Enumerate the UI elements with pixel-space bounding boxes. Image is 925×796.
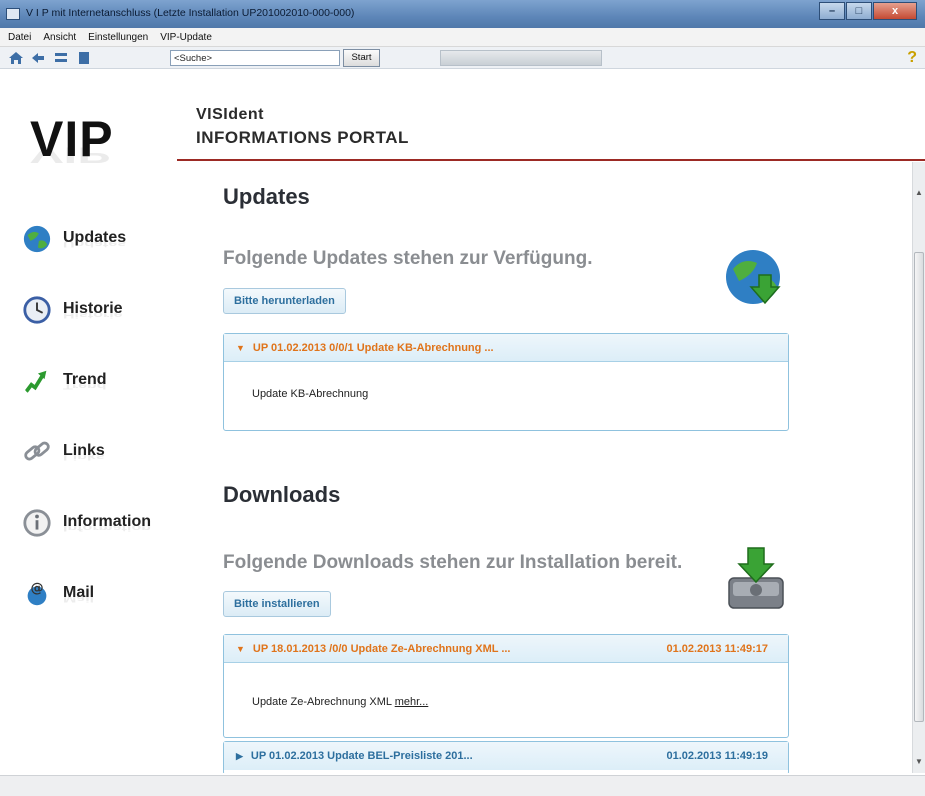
download-item-title: UP 18.01.2013 /0/0 Update Ze-Abrechnung … — [252, 643, 511, 655]
status-bar — [0, 775, 925, 796]
menu-einstellungen[interactable]: Einstellungen — [88, 32, 148, 43]
install-button[interactable]: Bitte installieren — [223, 591, 331, 617]
download-item-date: 01.02.2013 11:49:19 — [666, 750, 768, 762]
chain-link-icon — [24, 441, 50, 461]
download-button[interactable]: Bitte herunterladen — [223, 288, 346, 314]
menu-ansicht[interactable]: Ansicht — [43, 32, 76, 43]
sidebar-item-historie[interactable]: Historie Historie — [22, 293, 172, 337]
sidebar-item-links[interactable]: Links Links — [22, 435, 172, 479]
title-bar: V I P mit Internetanschluss (Letzte Inst… — [0, 0, 925, 28]
menu-vip-update[interactable]: VIP-Update — [160, 32, 212, 43]
vip-logo-reflection: VIP — [30, 142, 111, 168]
globe-icon — [23, 225, 51, 253]
sidebar-item-trend[interactable]: Trend Trend — [22, 364, 172, 408]
sidebar-item-reflection: Mail — [63, 593, 95, 604]
sidebar-item-reflection: Updates — [63, 238, 127, 249]
header-brand: VISIdent — [196, 106, 265, 123]
sidebar-item-reflection: Links — [63, 451, 105, 462]
vertical-scrollbar[interactable]: ▲ ▼ — [912, 162, 925, 773]
search-input[interactable] — [170, 50, 340, 66]
sidebar-item-reflection: Trend — [63, 380, 107, 391]
download-item-panel-collapsed: ▶ UP 01.02.2013 Update BEL-Preisliste 201… — [223, 741, 789, 773]
help-icon[interactable]: ? — [907, 49, 917, 67]
sidebar-item-information[interactable]: Information Information — [22, 506, 172, 550]
progress-bar — [440, 50, 602, 66]
menu-bar: Datei Ansicht Einstellungen VIP-Update — [0, 28, 925, 47]
download-item-header[interactable]: ▶ UP 01.02.2013 Update BEL-Preisliste 201… — [224, 742, 788, 770]
updates-heading: Updates — [223, 184, 310, 209]
scrollbar-thumb[interactable] — [914, 252, 924, 722]
update-item-title: UP 01.02.2013 0/0/1 Update KB-Abrechnung… — [252, 342, 494, 354]
toolbar: Start ? — [0, 47, 925, 69]
sidebar-item-reflection: Information — [63, 522, 151, 533]
trend-arrow-icon — [24, 370, 47, 394]
download-item-body: Update Ze-Abrechnung XML mehr... — [224, 663, 788, 708]
download-item-desc: Update Ze-Abrechnung XML — [252, 696, 392, 708]
main-content: Updates Folgende Updates stehen zur Verf… — [177, 162, 912, 773]
globe-download-icon — [726, 250, 781, 305]
sidebar-item-mail[interactable]: @ Mail Mail — [22, 577, 172, 621]
svg-text:@: @ — [30, 581, 43, 596]
home-icon[interactable] — [8, 50, 24, 70]
maximize-button[interactable]: □ — [846, 2, 872, 20]
updates-subtitle: Folgende Updates stehen zur Verfügung. — [223, 248, 593, 269]
minimize-button[interactable]: – — [819, 2, 845, 20]
expand-arrow-icon: ▼ — [236, 343, 245, 353]
sidebar: VIP VIP Updates Updates Historie Histori… — [0, 70, 175, 775]
collapse-arrow-icon: ▶ — [236, 751, 243, 761]
mail-icon: @ — [27, 581, 47, 606]
download-item-title: UP 01.02.2013 Update BEL-Preisliste 201.… — [250, 750, 473, 762]
harddisk-download-icon — [728, 547, 784, 609]
list-icon[interactable] — [53, 50, 69, 70]
update-item-body: Update KB-Abrechnung — [252, 388, 369, 400]
back-arrow-icon[interactable] — [30, 50, 46, 70]
header-divider — [177, 159, 925, 161]
sidebar-item-reflection: Historie — [63, 309, 123, 320]
window-controls: – □ x — [818, 2, 917, 20]
window-title: V I P mit Internetanschluss (Letzte Inst… — [26, 7, 355, 19]
sidebar-item-updates[interactable]: Updates Updates — [22, 222, 172, 266]
downloads-heading: Downloads — [223, 482, 341, 507]
download-item-date: 01.02.2013 11:49:17 — [666, 643, 768, 655]
info-icon — [23, 509, 51, 537]
scroll-down-arrow-icon[interactable]: ▼ — [915, 757, 923, 766]
clock-icon — [23, 296, 51, 324]
app-icon[interactable] — [6, 8, 20, 20]
downloads-subtitle: Folgende Downloads stehen zur Installati… — [223, 552, 683, 573]
portal-header: VISIdent INFORMATIONS PORTAL — [196, 106, 409, 148]
download-item-panel: ▼ UP 18.01.2013 /0/0 Update Ze-Abrechnung… — [223, 634, 789, 738]
start-button[interactable]: Start — [343, 49, 380, 67]
more-link[interactable]: mehr... — [395, 696, 429, 708]
scroll-up-arrow-icon[interactable]: ▲ — [915, 188, 923, 197]
download-item-header[interactable]: ▼ UP 18.01.2013 /0/0 Update Ze-Abrechnung… — [224, 635, 788, 663]
update-item-header[interactable]: ▼ UP 01.02.2013 0/0/1 Update KB-Abrechnun… — [224, 334, 788, 362]
menu-datei[interactable]: Datei — [8, 32, 31, 43]
header-title: INFORMATIONS PORTAL — [196, 128, 409, 147]
close-button[interactable]: x — [873, 2, 917, 20]
stop-icon[interactable] — [76, 50, 92, 70]
update-item-panel: ▼ UP 01.02.2013 0/0/1 Update KB-Abrechnun… — [223, 333, 789, 431]
expand-arrow-icon: ▼ — [236, 644, 245, 654]
